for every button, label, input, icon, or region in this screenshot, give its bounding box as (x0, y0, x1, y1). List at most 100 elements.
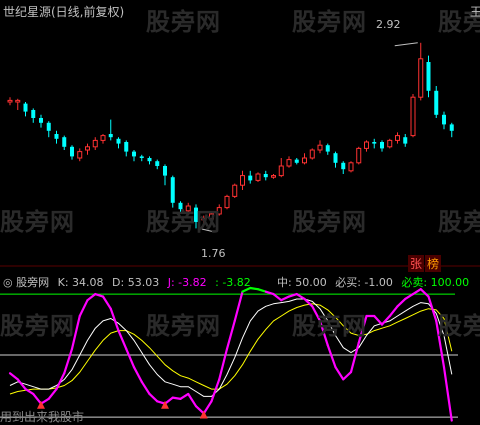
candle-body (410, 96, 416, 137)
j-line-segment (101, 295, 112, 310)
j-line-segment (63, 347, 74, 375)
candle-body (155, 161, 160, 166)
candle-body (325, 145, 330, 152)
candle-body (124, 142, 129, 152)
j-line-segment (249, 286, 260, 291)
candle-body (302, 157, 307, 164)
d-line (9, 303, 453, 395)
j-line-segment (280, 295, 291, 302)
candle-body (209, 213, 214, 220)
j-line-segment (342, 370, 353, 381)
candle-body (70, 146, 74, 157)
j-line-segment (326, 344, 337, 369)
j-line-segment (132, 366, 143, 383)
j-line-segment (125, 347, 136, 369)
j-line-segment (47, 388, 58, 400)
j-line-segment (70, 314, 81, 351)
indicator-panel (0, 286, 458, 422)
j-line-segment (334, 366, 345, 381)
high-price-label: 2.92 (376, 18, 401, 31)
candle-body (7, 99, 13, 103)
j-line-segment (148, 392, 159, 403)
candle-body (194, 207, 198, 222)
zhang-badge: 张 (408, 255, 425, 272)
candle-body (116, 138, 121, 144)
j-line-segment (163, 396, 174, 405)
j-line-segment (225, 319, 236, 351)
j-line-segment (311, 305, 322, 322)
candle-body (286, 159, 292, 167)
candle-body (201, 218, 207, 221)
j-line-segment (194, 405, 205, 415)
candle-body (263, 174, 268, 178)
candle-body (170, 177, 175, 203)
candle-body (178, 202, 183, 210)
candle-body (333, 153, 338, 163)
candle-body (15, 99, 21, 103)
candle-body (434, 90, 439, 115)
zhong-label: 中: 50.00 (277, 276, 327, 289)
candle-body (255, 173, 261, 181)
candle-body (139, 156, 144, 158)
j-line-segment (171, 396, 182, 400)
candle-body (240, 175, 245, 186)
candle-body (77, 151, 83, 159)
indicator-name: 股旁网 (16, 276, 50, 289)
candle-body (387, 139, 393, 148)
bimai-label: 必买: -1.00 (335, 276, 393, 289)
candle-body (278, 165, 284, 177)
candle-body (309, 149, 315, 159)
candle-body (364, 141, 369, 149)
corner-glyph: 王 (470, 5, 480, 19)
bottom-caption: 用到出来我股市 (0, 410, 85, 424)
j-line-segment (373, 314, 384, 326)
candle-body (395, 135, 400, 141)
j-line-segment (272, 292, 283, 302)
bimai-sell-label: 必卖: 100.00 (401, 276, 470, 289)
candle-body (380, 142, 384, 149)
candle-body (418, 58, 424, 98)
low-pointer (198, 227, 213, 232)
j-line-segment (256, 288, 267, 293)
j-line-segment (187, 392, 198, 408)
k-line (9, 298, 453, 397)
candle-body (163, 166, 167, 176)
candle-body (232, 184, 238, 197)
j-line-segment (442, 366, 453, 422)
candle-body (54, 134, 59, 139)
j-line-segment (78, 299, 89, 318)
candle-body (132, 151, 136, 157)
indicator-levels: 中: 50.00 必买: -1.00 必卖: 100.00 (277, 274, 469, 290)
j-line-segment (388, 305, 399, 318)
low-price-label: 1.76 (201, 247, 226, 260)
candle-body (317, 144, 323, 151)
j-line-segment (435, 319, 446, 369)
j2-value-label: : -3.82 (215, 276, 251, 289)
candle-body (108, 134, 113, 138)
k-value-label: K: 34.08 (57, 276, 104, 289)
candle-body (185, 205, 191, 212)
candle-body (403, 137, 408, 144)
j-value-label: J: -3.82 (167, 276, 207, 289)
d-value-label: D: 53.03 (112, 276, 160, 289)
candle-body (31, 110, 36, 118)
j-line-segment (39, 397, 50, 405)
candle-body (356, 147, 362, 164)
stock-chart (0, 42, 480, 422)
j-line-segment (404, 292, 415, 301)
bang-badge: 榜 (425, 255, 442, 272)
j-line-segment (140, 380, 151, 396)
j-line-segment (396, 297, 407, 308)
j-line-segment (380, 314, 391, 326)
j-line-segment (349, 341, 360, 374)
indicator-collapse-icon[interactable]: ◎ (3, 276, 13, 289)
candle-body (39, 118, 43, 123)
candle-body (224, 195, 230, 209)
j-line-segment (86, 292, 97, 302)
candle-body (147, 158, 152, 162)
candle-body (426, 62, 431, 91)
candle-body (372, 142, 377, 144)
candle-body (271, 175, 276, 178)
candle-body (348, 162, 354, 172)
candle-body (100, 135, 106, 141)
